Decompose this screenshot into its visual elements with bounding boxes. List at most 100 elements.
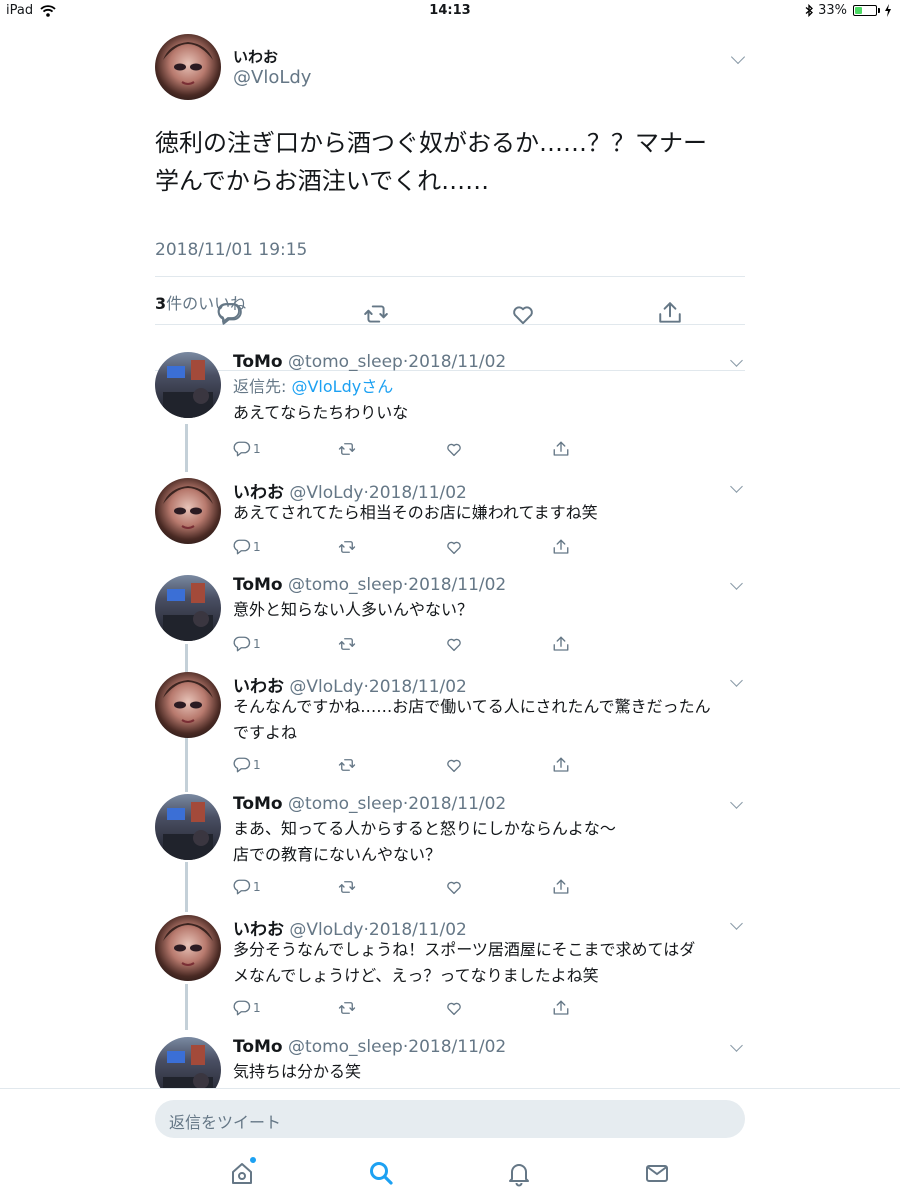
reply-to-link[interactable]: @VloLdyさん xyxy=(291,377,393,396)
notifications-tab[interactable] xyxy=(505,1159,533,1187)
avatar[interactable] xyxy=(155,672,221,738)
reply-header: ToMo @tomo_sleep·2018/11/02 xyxy=(233,1037,506,1057)
author-name[interactable]: ToMo xyxy=(233,352,283,372)
chevron-down-icon[interactable] xyxy=(730,480,743,493)
retweet-button[interactable] xyxy=(338,635,356,653)
thread-line xyxy=(185,862,188,912)
chevron-down-icon[interactable] xyxy=(730,354,743,367)
like-button[interactable] xyxy=(445,756,463,774)
share-icon xyxy=(553,1000,569,1015)
share-button[interactable] xyxy=(552,538,570,556)
messages-tab[interactable] xyxy=(643,1159,671,1187)
avatar[interactable] xyxy=(155,575,221,641)
reply-button[interactable]: 1 xyxy=(233,999,261,1017)
author-name[interactable]: ToMo xyxy=(233,794,283,814)
like-icon xyxy=(447,759,461,773)
share-button[interactable] xyxy=(552,440,570,458)
avatar[interactable] xyxy=(155,915,221,981)
reply-actions: 1 xyxy=(233,635,573,655)
chevron-down-icon[interactable] xyxy=(730,49,746,65)
like-button[interactable] xyxy=(445,538,463,556)
reply-count: 1 xyxy=(253,1001,261,1015)
share-icon xyxy=(553,539,569,554)
author-handle[interactable]: @tomo_sleep xyxy=(288,794,403,814)
author-name[interactable]: ToMo xyxy=(233,1037,283,1057)
chevron-down-icon[interactable] xyxy=(730,674,743,687)
like-button[interactable] xyxy=(445,878,463,896)
battery-icon xyxy=(853,5,877,16)
chevron-down-icon[interactable] xyxy=(730,796,743,809)
like-icon xyxy=(447,443,461,457)
reply-header: ToMo @tomo_sleep·2018/11/02 xyxy=(233,794,506,814)
charging-icon xyxy=(885,4,891,17)
share-button[interactable] xyxy=(552,999,570,1017)
author-handle[interactable]: @tomo_sleep xyxy=(288,352,403,372)
status-right: 33% xyxy=(805,3,892,18)
search-tab[interactable] xyxy=(367,1159,395,1187)
author-handle[interactable]: @tomo_sleep xyxy=(288,575,403,595)
avatar[interactable] xyxy=(155,478,221,544)
reply-button[interactable]: 1 xyxy=(233,756,261,774)
battery-cap xyxy=(878,8,880,13)
author-name[interactable]: ToMo xyxy=(233,575,283,595)
like-icon[interactable] xyxy=(510,301,536,327)
share-button[interactable] xyxy=(552,635,570,653)
author-handle[interactable]: @tomo_sleep xyxy=(288,1037,403,1057)
share-button[interactable] xyxy=(552,878,570,896)
home-tab[interactable] xyxy=(228,1157,256,1187)
share-icon xyxy=(553,757,569,772)
chevron-down-icon[interactable] xyxy=(730,917,743,930)
reply-button[interactable]: 1 xyxy=(233,635,261,653)
battery-level xyxy=(855,7,862,14)
reply-date: 2018/11/02 xyxy=(408,352,507,372)
retweet-icon xyxy=(338,541,356,553)
share-button[interactable] xyxy=(552,756,570,774)
reply-text-line: ですよね xyxy=(233,723,298,742)
like-icon xyxy=(447,1002,461,1016)
share-icon xyxy=(553,636,569,651)
reply-header: ToMo @tomo_sleep·2018/11/02 xyxy=(233,352,506,372)
retweet-button[interactable] xyxy=(338,999,356,1017)
reply-button[interactable]: 1 xyxy=(233,440,261,458)
reply-count: 1 xyxy=(253,540,261,554)
reply-button[interactable]: 1 xyxy=(233,538,261,556)
like-button[interactable] xyxy=(445,635,463,653)
reply-count: 1 xyxy=(253,880,261,894)
reply-compose-placeholder: 返信をツイート xyxy=(169,1113,282,1132)
author-handle[interactable]: @VloLdy xyxy=(233,67,311,88)
like-icon xyxy=(447,638,461,652)
avatar[interactable] xyxy=(155,794,221,860)
reply-date: 2018/11/02 xyxy=(408,1037,507,1057)
retweet-button[interactable] xyxy=(338,440,356,458)
reply-date: 2018/11/02 xyxy=(408,794,507,814)
reply-text-line: まあ、知ってる人からすると怒りにしかならんよな〜 xyxy=(233,819,616,838)
reply-compose-input[interactable]: 返信をツイート xyxy=(155,1100,745,1138)
avatar[interactable] xyxy=(155,352,221,418)
thread-line xyxy=(185,424,188,472)
reply-actions: 1 xyxy=(233,878,573,898)
reply-icon[interactable] xyxy=(217,301,243,327)
like-button[interactable] xyxy=(445,999,463,1017)
reply-date: 2018/11/02 xyxy=(408,575,507,595)
retweet-icon[interactable] xyxy=(363,301,389,327)
reply-icon xyxy=(233,757,251,773)
avatar[interactable] xyxy=(155,34,221,100)
tweet-timestamp: 2018/11/01 19:15 xyxy=(155,240,308,260)
reply-count: 1 xyxy=(253,758,261,772)
reply-text-line: あえてされてたら相当そのお店に嫌われてますね笑 xyxy=(233,503,598,522)
like-button[interactable] xyxy=(445,440,463,458)
author-name[interactable]: いわお xyxy=(233,46,278,67)
share-icon[interactable] xyxy=(657,300,683,326)
like-icon xyxy=(447,881,461,895)
thread-line xyxy=(185,984,188,1030)
retweet-button[interactable] xyxy=(338,756,356,774)
divider xyxy=(155,276,745,277)
chevron-down-icon[interactable] xyxy=(730,577,743,590)
chevron-down-icon[interactable] xyxy=(730,1039,743,1052)
retweet-button[interactable] xyxy=(338,538,356,556)
reply-button[interactable]: 1 xyxy=(233,878,261,896)
reply-icon xyxy=(233,636,251,652)
reply-to: 返信先: @VloLdyさん xyxy=(233,374,393,400)
reply-text-line: そんなんですかね……お店で働いてる人にされたんで驚きだったん xyxy=(233,697,711,716)
retweet-button[interactable] xyxy=(338,878,356,896)
